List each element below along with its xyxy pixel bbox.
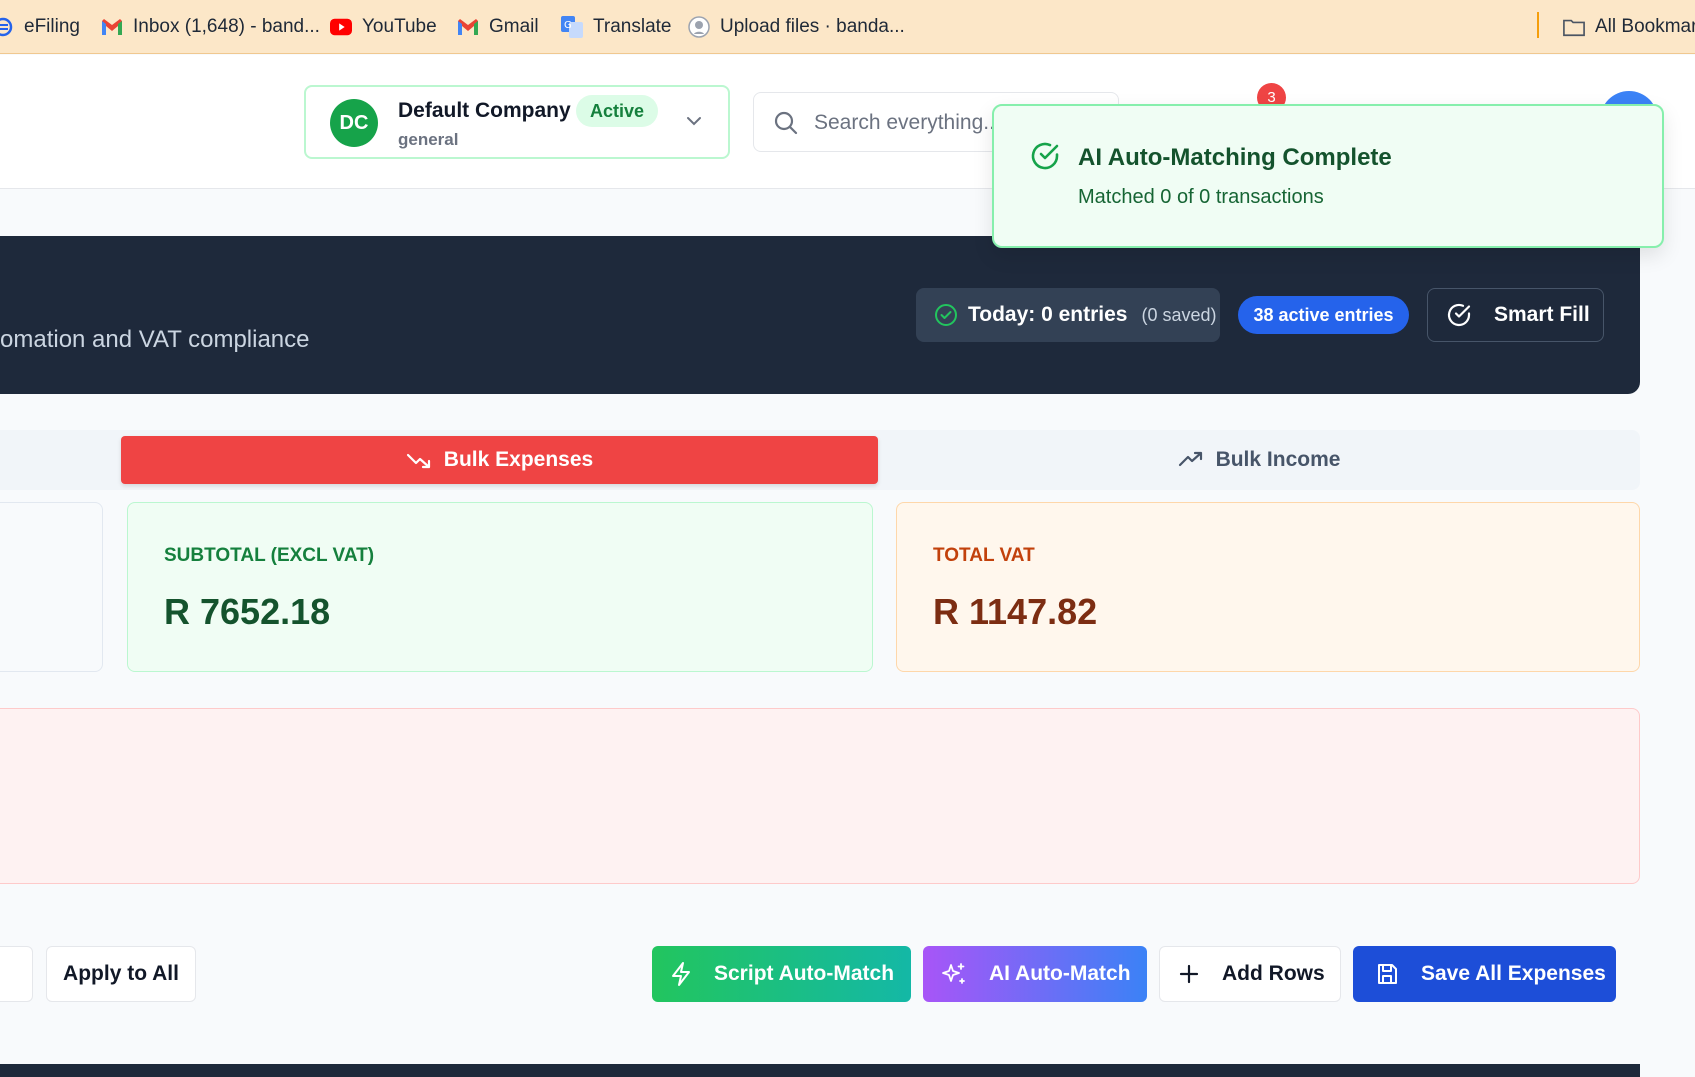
bookmark-label: Upload files · banda... (720, 16, 905, 37)
trending-up-icon (1178, 451, 1202, 467)
bookmarks-separator (1537, 12, 1539, 38)
script-auto-match-label: Script Auto-Match (714, 962, 895, 985)
check-circle-icon (1447, 303, 1471, 327)
company-avatar: DC (330, 99, 378, 147)
hero-banner: omation and VAT compliance Today: 0 entr… (0, 236, 1640, 394)
subtotal-value: R 7652.18 (164, 591, 331, 632)
bookmark-label: YouTube (362, 16, 437, 37)
entries-panel (0, 708, 1640, 884)
total-vat-value: R 1147.82 (933, 591, 1098, 632)
bookmarks-bar: eFiling Inbox (1,648) - band... YouTube … (0, 0, 1695, 54)
summary-card-partial (0, 502, 103, 672)
bookmark-gmail[interactable]: Gmail (457, 0, 539, 54)
lightning-icon (672, 962, 690, 986)
company-category: general (398, 130, 459, 149)
script-auto-match-button[interactable]: Script Auto-Match (652, 946, 911, 1002)
check-circle-icon (1031, 142, 1059, 170)
bookmark-label: eFiling (24, 16, 80, 37)
toast-notification: AI Auto-Matching Complete Matched 0 of 0… (992, 104, 1664, 248)
tab-bulk-income[interactable]: Bulk Income (878, 436, 1640, 484)
smart-fill-button[interactable]: Smart Fill (1427, 288, 1604, 342)
subtotal-card: SUBTOTAL (EXCL VAT) R 7652.18 (127, 502, 873, 672)
all-bookmarks-button[interactable]: All Bookmar (1563, 0, 1695, 54)
github-icon (688, 16, 710, 38)
bookmark-upload-files[interactable]: Upload files · banda... (688, 0, 905, 54)
footer-dark-strip (0, 1064, 1640, 1077)
svg-text:G: G (564, 20, 572, 31)
youtube-icon (330, 16, 352, 38)
save-all-expenses-label: Save All Expenses (1421, 962, 1606, 985)
bookmark-efiling[interactable]: eFiling (0, 0, 80, 54)
trending-down-icon (406, 453, 430, 469)
bulk-select-control[interactable] (0, 946, 33, 1002)
chevron-down-icon (687, 117, 701, 126)
bookmark-youtube[interactable]: YouTube (330, 0, 437, 54)
tab-bulk-income-label: Bulk Income (1215, 448, 1341, 471)
bookmark-label: Translate (593, 16, 672, 37)
tab-bulk-expenses[interactable]: Bulk Expenses (121, 436, 878, 484)
today-entries-label: Today: 0 entries (968, 303, 1128, 326)
today-entries-badge: Today: 0 entries (0 saved) (916, 288, 1220, 342)
bookmark-inbox[interactable]: Inbox (1,648) - band... (101, 0, 320, 54)
save-all-expenses-button[interactable]: Save All Expenses (1353, 946, 1616, 1002)
toast-message: Matched 0 of 0 transactions (1078, 186, 1324, 208)
company-status-badge: Active (576, 95, 659, 127)
add-rows-label: Add Rows (1222, 962, 1325, 985)
bookmark-label: Gmail (489, 16, 539, 37)
apply-to-all-label: Apply to All (63, 962, 179, 985)
folder-icon (1563, 16, 1585, 38)
active-entries-pill: 38 active entries (1238, 296, 1409, 334)
smart-fill-label: Smart Fill (1494, 303, 1590, 326)
company-selector[interactable]: DC Default Company Active general (304, 85, 730, 159)
google-translate-icon: G (561, 16, 583, 38)
search-icon (774, 111, 798, 135)
subtotal-label: SUBTOTAL (EXCL VAT) (164, 545, 375, 566)
save-icon (1378, 964, 1397, 984)
today-saved-count: (0 saved) (1141, 304, 1217, 325)
total-vat-label: TOTAL VAT (933, 545, 1035, 566)
gmail-icon (457, 16, 479, 38)
entry-type-tabs: Bulk Expenses Bulk Income (0, 430, 1640, 490)
check-circle-icon (935, 304, 957, 326)
hero-description: omation and VAT compliance (0, 326, 310, 353)
ai-auto-match-label: AI Auto-Match (989, 962, 1131, 985)
total-vat-card: TOTAL VAT R 1147.82 (896, 502, 1640, 672)
ai-auto-match-button[interactable]: AI Auto-Match (923, 946, 1147, 1002)
bookmark-label: Inbox (1,648) - band... (133, 16, 320, 37)
tab-bulk-expenses-label: Bulk Expenses (443, 448, 594, 471)
add-rows-button[interactable]: Add Rows (1159, 946, 1341, 1002)
company-name: Default Company (398, 99, 571, 122)
toast-title: AI Auto-Matching Complete (1078, 144, 1392, 171)
sparkles-icon (942, 963, 965, 984)
bookmark-translate[interactable]: G Translate (561, 0, 672, 54)
gmail-icon (101, 16, 123, 38)
plus-icon (1179, 964, 1199, 984)
efiling-icon (0, 16, 14, 38)
apply-to-all-button[interactable]: Apply to All (46, 946, 196, 1002)
all-bookmarks-label: All Bookmar (1595, 16, 1695, 37)
